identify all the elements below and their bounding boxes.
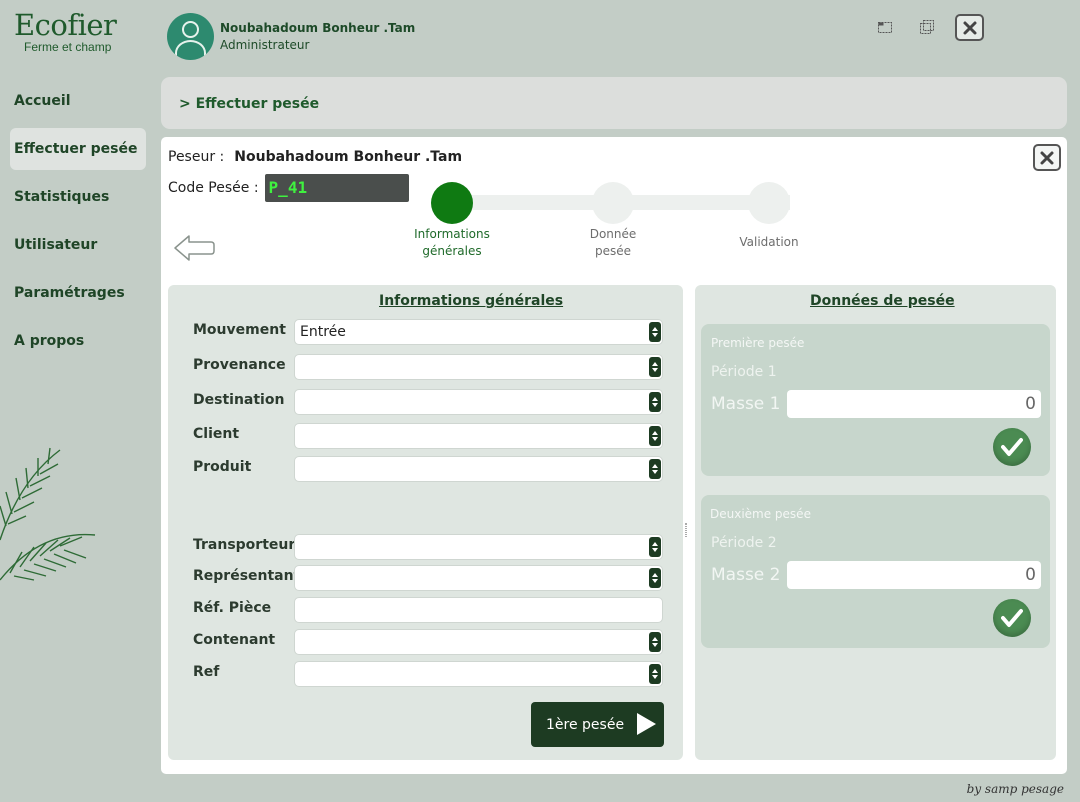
step-3-label: Validation: [739, 235, 799, 249]
checkmark-icon: [1001, 609, 1023, 627]
app-subtitle: Ferme et champ: [24, 40, 112, 54]
play-icon: [637, 713, 656, 735]
first-weighing-label: 1ère pesée: [546, 716, 625, 733]
checkmark-icon: [1001, 438, 1023, 456]
field-client: Client: [193, 423, 663, 449]
ref-select[interactable]: [294, 661, 663, 687]
field-label: Contenant: [193, 632, 276, 648]
code-pesee-row: Code Pesée : P_41: [168, 174, 409, 202]
sidebar-item-statistiques[interactable]: Statistiques: [10, 176, 146, 218]
close-panel-button[interactable]: [1033, 144, 1061, 171]
peseur-label: Peseur :: [168, 149, 225, 165]
sidebar-item-utilisateur[interactable]: Utilisateur: [10, 224, 146, 266]
app-title: Ecofier: [14, 8, 117, 42]
restore-window-icon[interactable]: [918, 18, 936, 36]
field-provenance: Provenance: [193, 354, 663, 380]
code-pesee-value: P_41: [264, 174, 409, 202]
masse-2-input[interactable]: 0: [787, 561, 1041, 589]
field-produit: Produit: [193, 456, 663, 482]
field-ref: Ref: [193, 661, 663, 687]
field-label: Produit: [193, 459, 252, 475]
masse-1-input[interactable]: 0: [787, 390, 1041, 418]
close-icon: [963, 21, 976, 34]
user-info: Noubahadoum Bonheur .Tam Administrateur: [167, 13, 415, 60]
masse-2-label: Masse 2: [711, 565, 781, 585]
sidebar-item-effectuer-pesee[interactable]: Effectuer pesée: [10, 128, 146, 170]
user-name: Noubahadoum Bonheur .Tam: [220, 20, 416, 35]
dropdown-arrow-icon: [649, 392, 661, 412]
field-label: Transporteur: [193, 537, 296, 553]
first-weighing-card: Première pesée Période 1 Masse 1 0: [701, 324, 1050, 476]
close-icon: [1040, 151, 1054, 164]
field-representant: Représentant: [193, 565, 663, 591]
field-destination: Destination: [193, 389, 663, 415]
destination-select[interactable]: [294, 389, 663, 415]
field-label: Mouvement: [193, 322, 286, 338]
validate-first-weighing-button[interactable]: [993, 428, 1031, 466]
close-window-button[interactable]: [955, 14, 984, 41]
step-2-indicator: [592, 182, 634, 224]
field-label: Destination: [193, 392, 285, 408]
sidebar-item-parametrages[interactable]: Paramétrages: [10, 272, 146, 314]
representant-select[interactable]: [294, 565, 663, 591]
app-logo: Ecofier Ferme et champ: [14, 8, 117, 54]
dropdown-arrow-icon: [649, 322, 661, 342]
masse-1-label: Masse 1: [711, 394, 781, 414]
first-weighing-title: Première pesée: [711, 336, 805, 350]
back-arrow-icon[interactable]: [173, 233, 215, 267]
splitter-handle[interactable]: [685, 523, 687, 537]
step-1-indicator: [431, 182, 473, 224]
dropdown-arrow-icon: [649, 568, 661, 588]
field-label: Client: [193, 426, 240, 442]
dropdown-arrow-icon: [649, 459, 661, 479]
code-pesee-label: Code Pesée :: [168, 180, 259, 196]
step-2-label: Donnée pesée: [589, 227, 637, 258]
ref-piece-input[interactable]: [294, 597, 663, 623]
peseur-info: Peseur : Noubahadoum Bonheur .Tam: [168, 149, 462, 165]
field-label: Réf. Pièce: [193, 600, 272, 616]
weighing-data-section: Données de pesée Première pesée Période …: [695, 285, 1056, 760]
second-weighing-title: Deuxième pesée: [710, 507, 811, 521]
field-ref-piece: Réf. Pièce: [193, 597, 663, 623]
sidebar-item-accueil[interactable]: Accueil: [10, 80, 146, 122]
produit-select[interactable]: [294, 456, 663, 482]
user-role: Administrateur: [220, 37, 310, 52]
field-label: Ref: [193, 664, 220, 680]
client-select[interactable]: [294, 423, 663, 449]
dropdown-arrow-icon: [649, 357, 661, 377]
field-contenant: Contenant: [193, 629, 663, 655]
first-period-label: Période 1: [711, 364, 777, 380]
transporteur-select[interactable]: [294, 534, 663, 560]
sidebar-item-a-propos[interactable]: A propos: [10, 320, 146, 362]
palm-leaf-decoration: [0, 447, 96, 581]
weighing-data-title: Données de pesée: [810, 293, 955, 309]
first-weighing-button[interactable]: 1ère pesée: [531, 702, 664, 747]
step-1-label: Informations générales: [414, 227, 490, 258]
minimize-window-icon[interactable]: [876, 18, 894, 36]
weighing-panel: Peseur : Noubahadoum Bonheur .Tam Code Pe…: [161, 137, 1067, 774]
validate-second-weighing-button[interactable]: [993, 599, 1031, 637]
provenance-select[interactable]: [294, 354, 663, 380]
dropdown-arrow-icon: [649, 537, 661, 557]
dropdown-arrow-icon: [649, 426, 661, 446]
field-transporteur: Transporteur: [193, 534, 663, 560]
peseur-name: Noubahadoum Bonheur .Tam: [234, 149, 463, 165]
sidebar-nav: Accueil Effectuer pesée Statistiques Uti…: [10, 80, 146, 368]
mouvement-select[interactable]: Entrée: [294, 319, 663, 345]
contenant-select[interactable]: [294, 629, 663, 655]
field-label: Représentant: [193, 568, 301, 584]
second-period-label: Période 2: [711, 535, 777, 551]
breadcrumb: > Effectuer pesée: [161, 77, 1067, 129]
field-label: Provenance: [193, 357, 286, 373]
user-avatar-icon: [167, 13, 214, 60]
general-info-section: Informations générales Mouvement Entrée …: [168, 285, 683, 760]
field-mouvement: Mouvement Entrée: [193, 319, 663, 345]
dropdown-arrow-icon: [649, 664, 661, 684]
general-info-title: Informations générales: [379, 293, 564, 309]
dropdown-arrow-icon: [649, 632, 661, 652]
second-weighing-card: Deuxième pesée Période 2 Masse 2 0: [701, 495, 1050, 648]
footer-credit: by samp pesage: [966, 782, 1064, 796]
step-3-indicator: [748, 182, 790, 224]
